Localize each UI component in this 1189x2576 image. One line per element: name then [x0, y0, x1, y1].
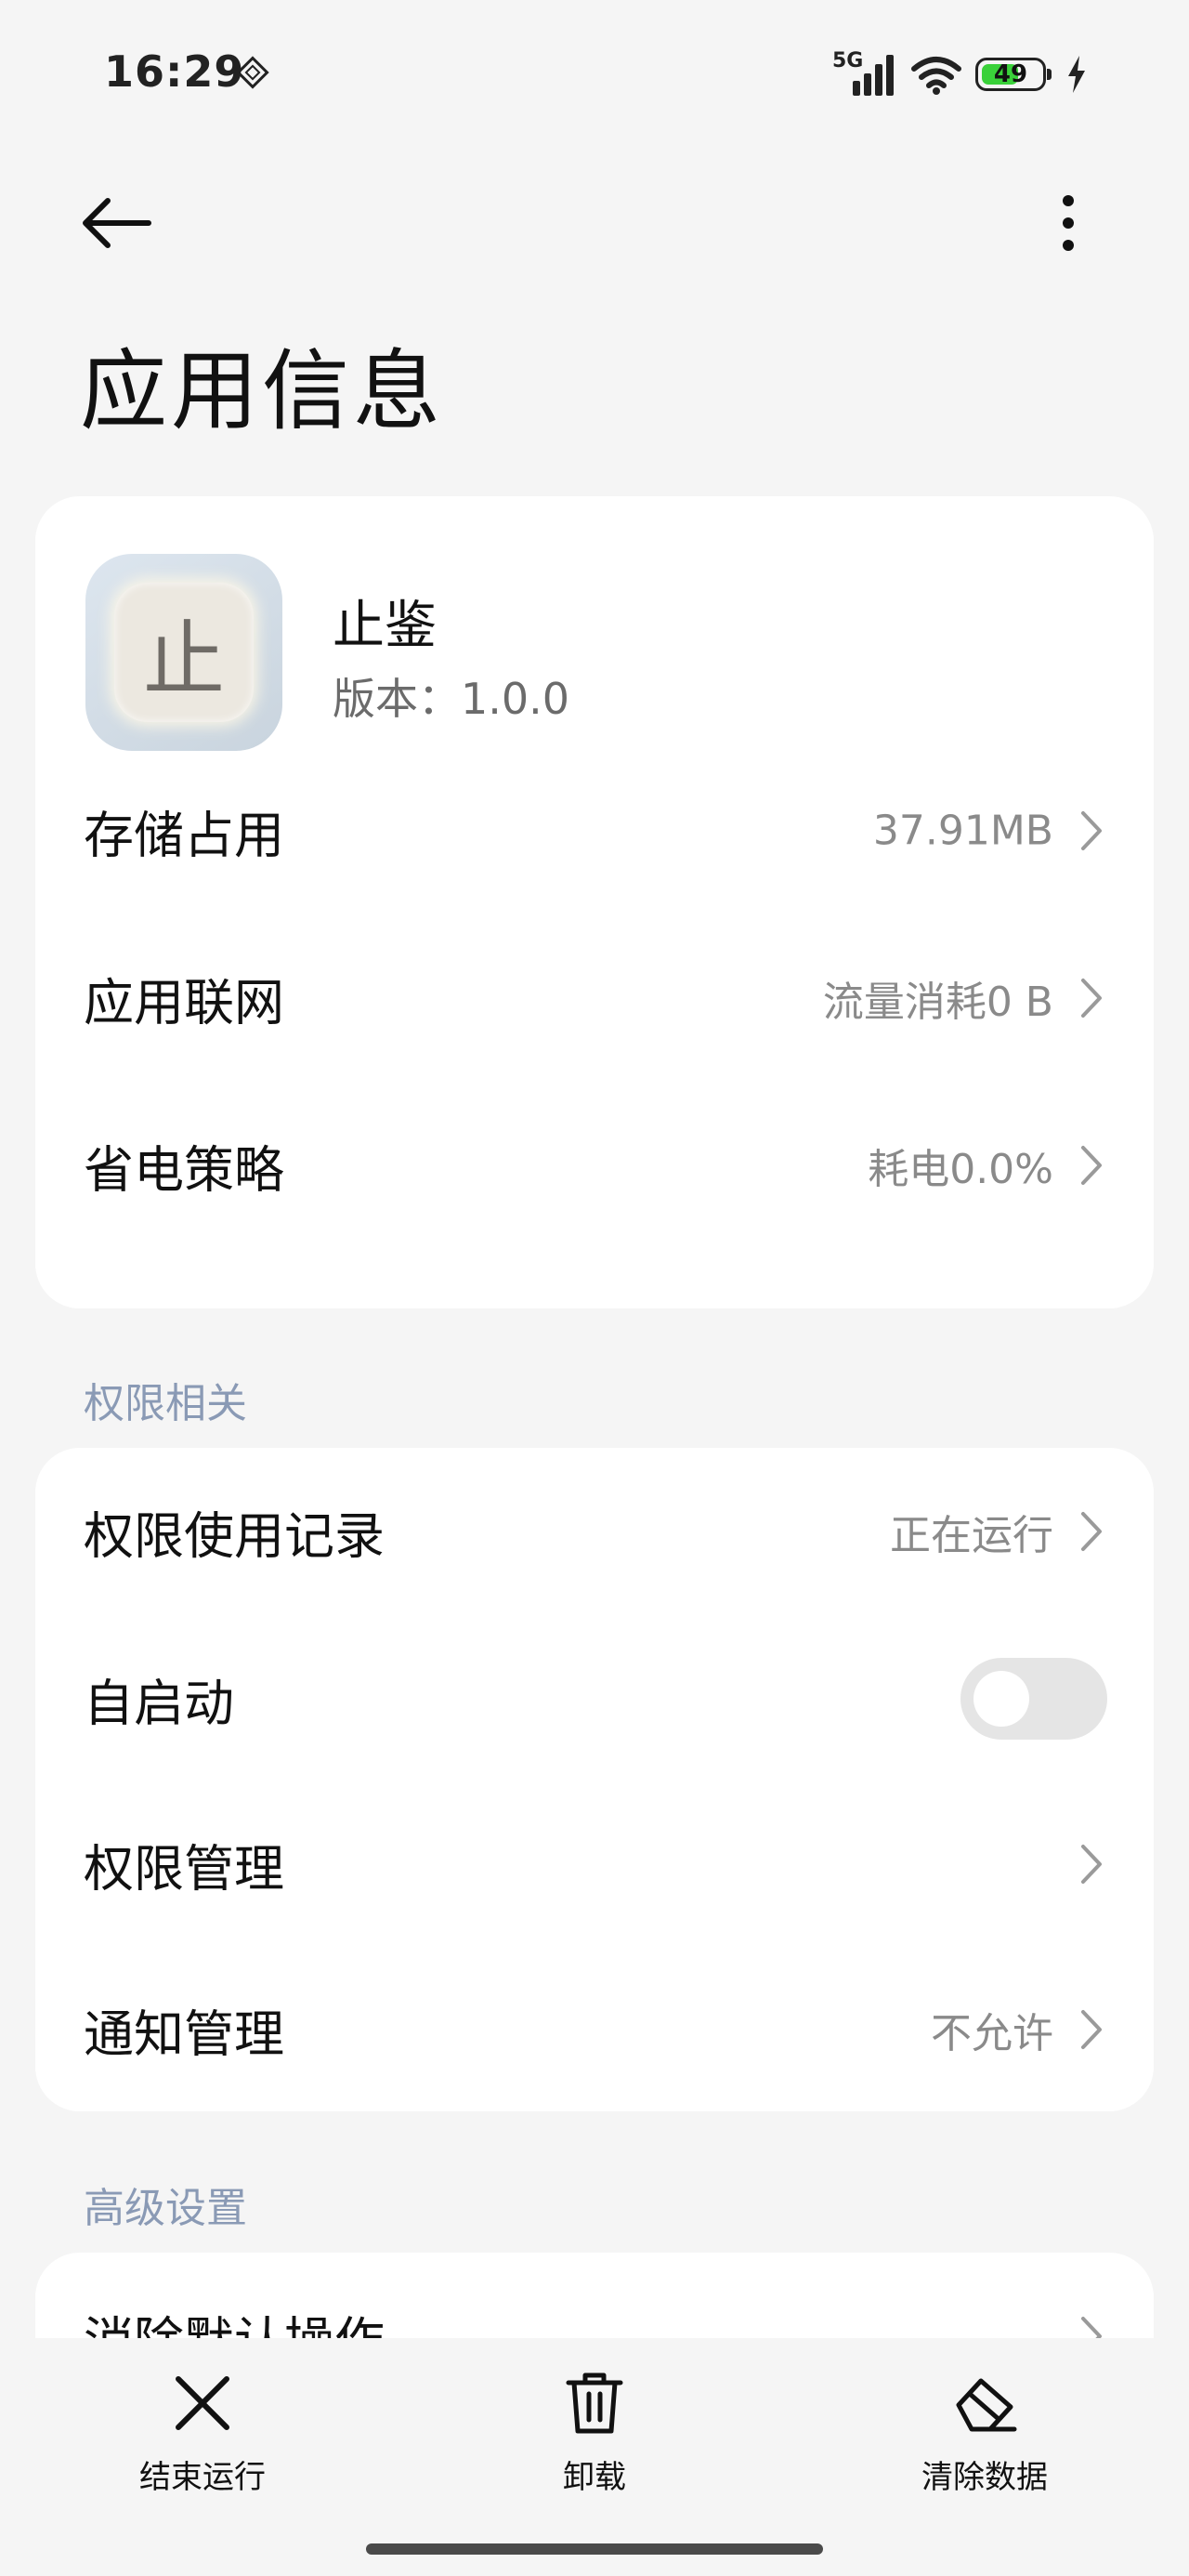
app-icon: 止: [85, 554, 282, 751]
chevron-right-icon: [1081, 979, 1102, 1018]
row-autostart: 自启动: [35, 1615, 1154, 1782]
chevron-right-icon: [1081, 2010, 1102, 2049]
status-time: 16:29: [104, 46, 245, 97]
app-name: 止鉴: [333, 596, 437, 656]
more-options-button[interactable]: [1040, 186, 1096, 260]
arrow-left-icon: [83, 198, 151, 248]
bottom-label: 卸载: [563, 2459, 626, 2496]
chevron-right-icon: [1081, 1512, 1102, 1551]
row-label: 权限使用记录: [84, 1506, 385, 1566]
row-value: 流量消耗0 B: [822, 979, 1053, 1026]
row-value: 37.91MB: [872, 807, 1053, 855]
row-network[interactable]: 应用联网 流量消耗0 B: [35, 914, 1154, 1082]
chevron-right-icon: [1081, 1845, 1102, 1884]
home-indicator[interactable]: [366, 2543, 823, 2555]
app-version: 版本：1.0.0: [333, 674, 570, 724]
wifi-icon: [911, 57, 961, 95]
trash-icon: [566, 2372, 623, 2434]
row-value: 耗电0.0%: [868, 1146, 1053, 1193]
row-permission-management[interactable]: 权限管理: [35, 1781, 1154, 1948]
close-icon: [176, 2376, 229, 2430]
row-label: 通知管理: [84, 2004, 284, 2064]
row-label: 存储占用: [84, 806, 284, 865]
chevron-right-icon: [1081, 811, 1102, 850]
more-vertical-icon: [1063, 195, 1074, 251]
status-indicators: 5G 49: [832, 46, 1087, 102]
bottom-action-bar: 结束运行 卸载 清除数据: [0, 2338, 1189, 2576]
back-button[interactable]: [78, 186, 162, 260]
clear-data-button[interactable]: 清除数据: [873, 2366, 1096, 2515]
status-bar: 16:29 5G 49: [0, 0, 1189, 149]
row-label: 权限管理: [84, 1839, 284, 1899]
row-value: 不允许: [931, 2010, 1053, 2057]
row-battery-policy[interactable]: 省电策略 耗电0.0%: [35, 1082, 1154, 1249]
battery-level: 49: [993, 60, 1028, 88]
uninstall-button[interactable]: 卸载: [483, 2366, 706, 2515]
bottom-label: 结束运行: [139, 2459, 266, 2496]
force-stop-button[interactable]: 结束运行: [91, 2366, 314, 2515]
battery-icon: 49: [975, 58, 1052, 91]
bottom-label: 清除数据: [921, 2459, 1048, 2496]
page-title: 应用信息: [80, 341, 445, 442]
row-storage[interactable]: 存储占用 37.91MB: [35, 747, 1154, 914]
chevron-right-icon: [1081, 1146, 1102, 1185]
charging-icon: [1068, 56, 1085, 93]
row-label: 自启动: [84, 1674, 234, 1733]
section-label-permissions: 权限相关: [84, 1380, 247, 1427]
toggle-knob: [973, 1671, 1029, 1727]
status-notification-icon: [236, 56, 269, 89]
eraser-icon: [956, 2378, 1017, 2432]
row-notification-management[interactable]: 通知管理 不允许: [35, 1946, 1154, 2111]
permissions-card: 权限使用记录 正在运行 自启动 权限管理 通知管理 不允许: [35, 1448, 1154, 2111]
autostart-toggle[interactable]: [960, 1658, 1107, 1740]
dummy: [35, 1303, 1154, 1308]
app-icon-glyph: 止: [114, 583, 254, 722]
row-value: 正在运行: [890, 1512, 1053, 1559]
row-label: 省电策略: [84, 1140, 284, 1200]
app-info-card: 止 存储占用 37.91MB 应用联网 流量消耗0 B 省电策略 耗电0.0%: [35, 496, 1154, 1308]
app-header: 止: [35, 496, 1154, 775]
cellular-signal-icon: 5G: [832, 49, 897, 99]
section-label-advanced: 高级设置: [84, 2185, 247, 2232]
row-permission-usage[interactable]: 权限使用记录 正在运行: [35, 1448, 1154, 1615]
row-label: 应用联网: [84, 973, 284, 1032]
